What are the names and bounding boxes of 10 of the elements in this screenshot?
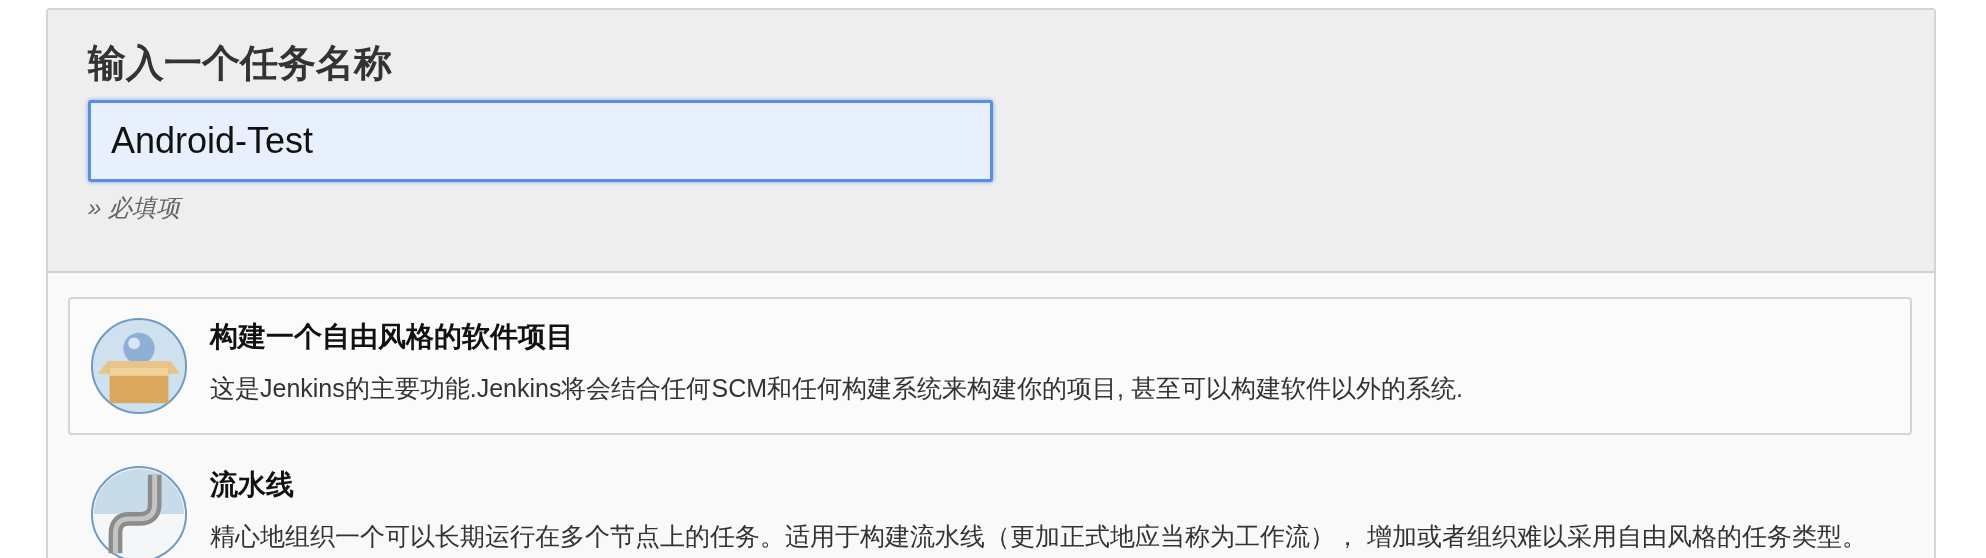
job-type-option[interactable]: 构建一个自由风格的软件项目 这是Jenkins的主要功能.Jenkins将会结合任何SCM和任何构建系统来构建你的项目, 甚至可以构建软件以外的系统. (68, 297, 1912, 435)
option-title: 构建一个自由风格的软件项目 (210, 320, 575, 354)
name-input-field[interactable]: Android-Test (88, 100, 993, 182)
job-type-option[interactable]: 流水线 精心地组织一个可以长期运行在多个节点上的任务。适用于构建流水线（更加正式地应当称为工作流）， 增加或者组织难以采用自由风格的任务类型。 (68, 445, 1912, 558)
option-title: 流水线 (210, 468, 295, 502)
option-description: 这是Jenkins的主要功能.Jenkins将会结合任何SCM和任何构建系统来构建你的项目, 甚至可以构建软件以外的系统. (210, 373, 1463, 404)
section-title: 输入一个任务名称 (88, 41, 393, 86)
required-hint: » 必填项 (88, 192, 1894, 224)
box-with-globe-icon (90, 317, 188, 415)
option-description: 精心地组织一个可以长期运行在多个节点上的任务。适用于构建流水线（更加正式地应当称为工作流）， 增加或者组织难以采用自由风格的任务类型。 (210, 521, 1867, 552)
